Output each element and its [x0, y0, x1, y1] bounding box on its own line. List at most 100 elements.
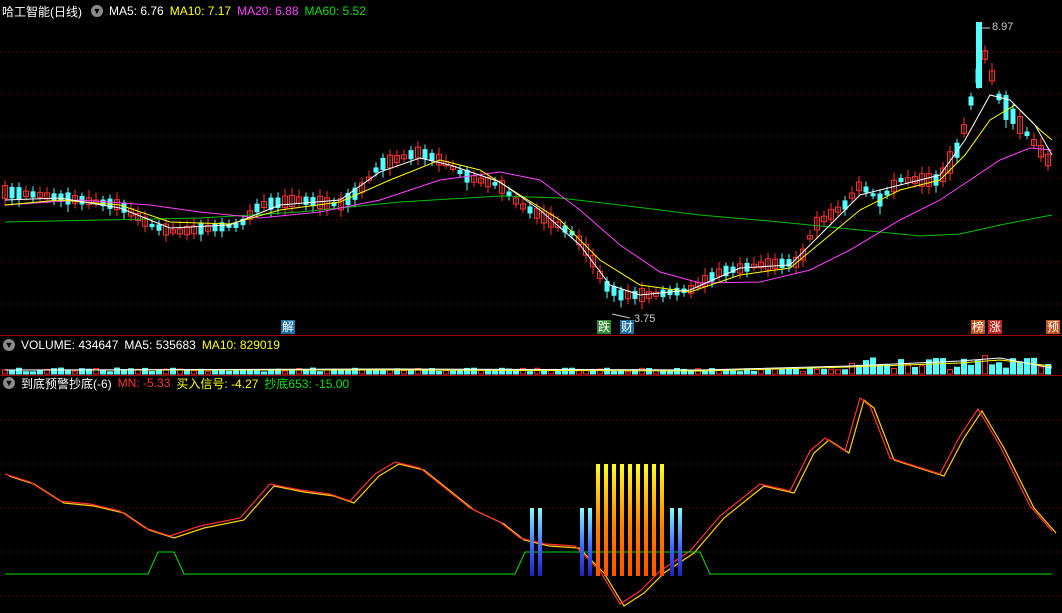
volume-bar	[891, 368, 897, 375]
volume-bar	[611, 371, 617, 375]
candle-body	[954, 142, 960, 158]
marker-bang[interactable]: 榜	[971, 320, 986, 334]
volume-bar	[912, 366, 918, 375]
candle-body	[65, 192, 71, 205]
volume-bar	[835, 369, 841, 375]
signal-bar	[636, 464, 640, 576]
chevron-down-icon[interactable]: ▼	[3, 339, 15, 351]
mn-legend: MN: -5.33	[117, 376, 171, 390]
volume-bar	[933, 358, 939, 375]
candle-body	[303, 196, 309, 205]
volume-bar	[338, 369, 344, 375]
volume-bar	[16, 367, 22, 375]
indicator-title: 到底预警抄底(-6)	[21, 376, 112, 391]
marker-yu[interactable]: 预	[1046, 320, 1061, 334]
ma60-legend: MA60: 5.52	[304, 4, 366, 18]
volume-bar	[737, 371, 743, 375]
volume-bar	[457, 369, 463, 375]
volume-bar	[443, 369, 449, 375]
signal-bar	[660, 464, 664, 576]
volume-bar	[240, 369, 246, 375]
volume-legend: VOLUME: 434647	[21, 338, 119, 352]
signal-bar	[596, 464, 600, 576]
volume-bar	[898, 359, 904, 375]
volume-bar	[576, 370, 582, 375]
indicator-panel[interactable]: ▼ 到底预警抄底(-6) MN: -5.33 买入信号: -4.27 抄底653…	[0, 376, 1062, 613]
high-price-label: 8.97	[992, 21, 1014, 33]
candle-body	[527, 206, 533, 214]
chaodi-legend: 抄底653: -15.00	[264, 376, 350, 391]
volume-bar	[114, 367, 120, 375]
signal-bar	[670, 508, 674, 576]
volume-bar	[877, 364, 883, 375]
volume-bar	[814, 368, 820, 375]
ma20-line	[4, 147, 1053, 284]
price-header: 哈工智能(日线) ▼ MA5: 6.76 MA10: 7.17 MA20: 6.…	[0, 4, 366, 19]
volume-bar	[793, 368, 799, 375]
volume-bar	[730, 370, 736, 375]
volume-bar	[58, 367, 64, 375]
volume-ma5-legend: MA5: 535683	[124, 338, 196, 352]
volume-bar	[156, 369, 162, 375]
chevron-down-icon[interactable]: ▼	[91, 5, 103, 17]
volume-bar	[982, 355, 988, 375]
volume-bar	[807, 368, 813, 375]
marker-cai[interactable]: 财	[620, 320, 635, 334]
volume-bar	[758, 369, 764, 375]
volume-panel[interactable]: ▼ VOLUME: 434647 MA5: 535683 MA10: 82901…	[0, 336, 1062, 376]
volume-bar	[401, 370, 407, 375]
candle-body	[408, 150, 414, 160]
marker-jie[interactable]: 解	[281, 320, 296, 334]
volume-bar	[989, 364, 995, 375]
candle-body	[380, 157, 386, 171]
mn-line	[4, 396, 1053, 605]
candle-body	[156, 224, 162, 231]
volume-bar	[702, 370, 708, 375]
price-panel[interactable]: 哈工智能(日线) ▼ MA5: 6.76 MA10: 7.17 MA20: 6.…	[0, 0, 1062, 336]
signal-bar	[604, 464, 608, 576]
signal-bar	[588, 508, 592, 576]
candle-body	[779, 258, 785, 269]
marker-zhang[interactable]: 涨	[988, 320, 1003, 334]
volume-bar	[450, 370, 456, 375]
ma10-legend: MA10: 7.17	[169, 4, 232, 18]
volume-bar	[1031, 357, 1037, 375]
signal-bar	[530, 508, 534, 576]
candle-body	[457, 169, 463, 175]
indicator-header: ▼ 到底预警抄底(-6) MN: -5.33 买入信号: -4.27 抄底653…	[0, 376, 350, 391]
candle-body	[968, 96, 974, 106]
marker-die[interactable]: 跌	[597, 320, 612, 334]
signal-bar	[652, 464, 656, 576]
candle-body	[51, 193, 57, 201]
volume-bar	[968, 364, 974, 375]
chevron-down-icon[interactable]: ▼	[3, 377, 15, 389]
volume-bar	[786, 367, 792, 375]
candle-body	[429, 152, 435, 161]
signal-bar	[628, 464, 632, 576]
candle-body	[212, 223, 218, 232]
volume-bar	[849, 362, 855, 375]
volume-header: ▼ VOLUME: 434647 MA5: 535683 MA10: 82901…	[0, 338, 280, 352]
volume-bar	[219, 370, 225, 375]
chaodi-line	[5, 551, 1052, 575]
volume-bar	[821, 368, 827, 375]
volume-bar	[492, 370, 498, 375]
candle-body	[976, 22, 982, 88]
volume-bar	[100, 369, 106, 375]
volume-bar	[1024, 358, 1030, 375]
ma5-legend: MA5: 6.76	[109, 4, 164, 18]
indicator-chart[interactable]	[0, 376, 1062, 613]
volume-bar	[254, 369, 260, 375]
candle-body	[9, 186, 15, 199]
volume-bar	[828, 368, 834, 375]
candle-body	[16, 187, 22, 200]
signal-bar	[644, 464, 648, 576]
candlestick-chart[interactable]	[0, 0, 1062, 336]
candle-body	[863, 186, 869, 193]
signal-bar	[678, 508, 682, 576]
volume-bar	[149, 371, 155, 375]
candle-body	[618, 289, 624, 301]
candle-body	[254, 203, 260, 213]
candle-body	[870, 193, 876, 197]
volume-bar	[1038, 366, 1044, 375]
